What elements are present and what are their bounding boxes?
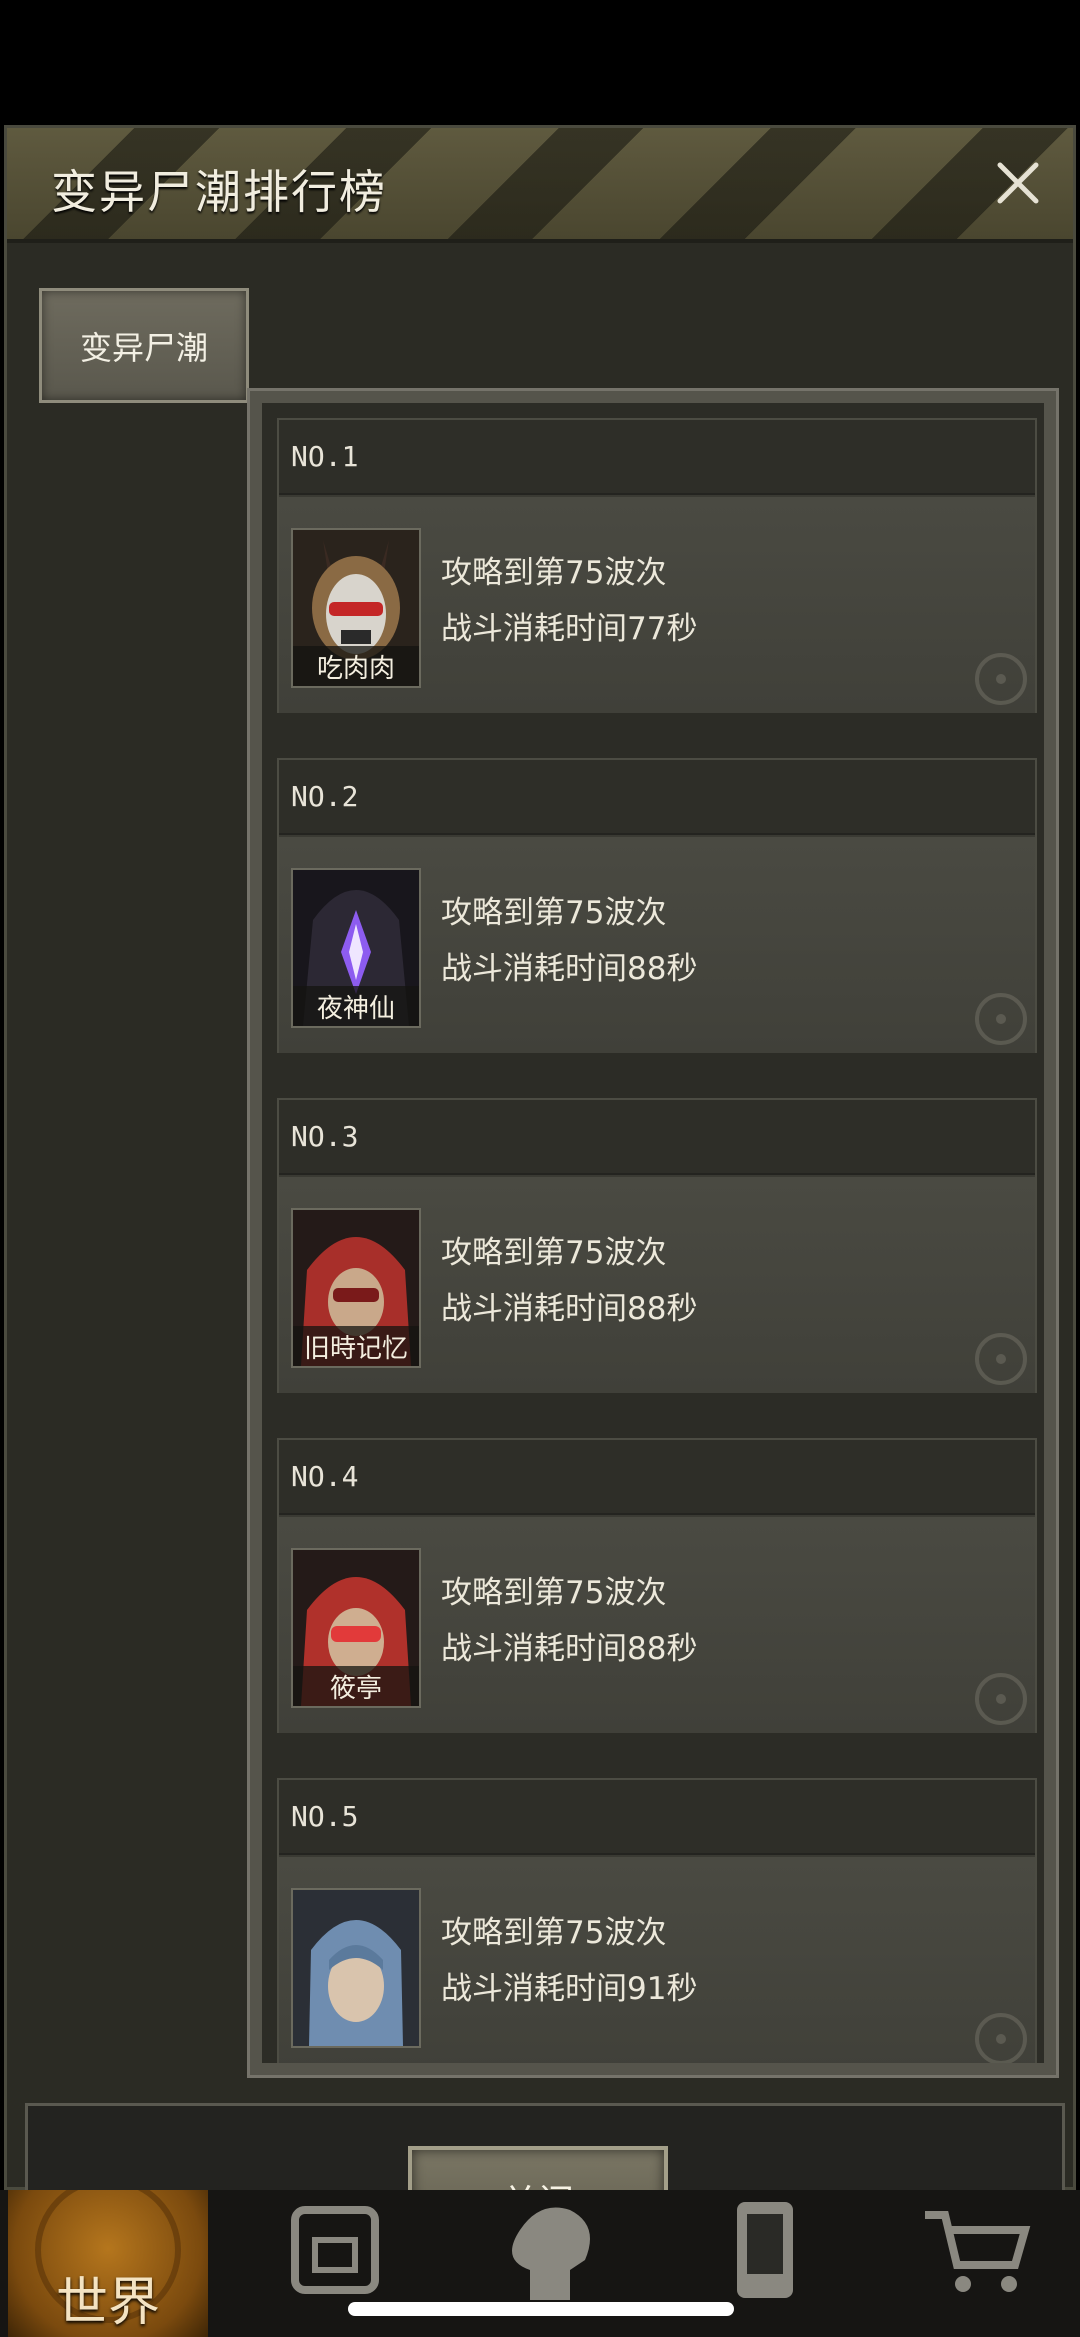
player-avatar[interactable] [291, 1888, 421, 2048]
rank-number: NO.1 [291, 440, 359, 473]
player-avatar[interactable]: 旧時记忆 [291, 1208, 421, 1368]
rank-number: NO.3 [291, 1120, 359, 1153]
player-name: 夜神仙 [293, 986, 419, 1026]
wave-text: 攻略到第75波次 [441, 1915, 667, 1951]
ranking-item: NO.3 旧時记忆 攻略到第75波次 战斗消耗时间88秒 [277, 1098, 1037, 1393]
avatar-blue-hair-icon [293, 1890, 419, 2046]
player-name: 旧時记忆 [293, 1326, 419, 1366]
nav-world-label: 世界 [55, 2273, 160, 2333]
player-name: 筱亭 [293, 1666, 419, 1706]
nav-world[interactable]: 世界 [8, 2190, 208, 2337]
ranking-header: NO.3 [279, 1100, 1035, 1175]
ranking-body: 攻略到第75波次 战斗消耗时间91秒 [279, 1857, 1035, 2063]
nav-shop[interactable] [875, 2190, 1075, 2337]
ranking-header: NO.1 [279, 420, 1035, 495]
rank-number: NO.2 [291, 780, 359, 813]
ranking-body: 旧時记忆 攻略到第75波次 战斗消耗时间88秒 [279, 1177, 1035, 1393]
ranking-body: 吃肉肉 攻略到第75波次 战斗消耗时间77秒 [279, 497, 1035, 713]
time-text: 战斗消耗时间88秒 [441, 1631, 698, 1667]
time-text: 战斗消耗时间88秒 [441, 1291, 698, 1327]
rank-number: NO.5 [291, 1800, 359, 1833]
backpack-icon [291, 2206, 379, 2294]
tab-mutant-horde[interactable]: 变异尸潮 [39, 288, 249, 403]
wave-text: 攻略到第75波次 [441, 555, 667, 591]
time-text: 战斗消耗时间91秒 [441, 1971, 698, 2007]
skill-head-icon [512, 2207, 590, 2300]
rank-number: NO.4 [291, 1460, 359, 1493]
player-name: 吃肉肉 [293, 646, 419, 686]
ranking-item: NO.4 筱亭 攻略到第75波次 战斗消耗时间88秒 [277, 1438, 1037, 1733]
cart-icon [925, 2211, 1031, 2292]
ranking-item: NO.5 攻略到第75波次 战斗消耗时间91秒 [277, 1778, 1037, 2063]
wave-text: 攻略到第75波次 [441, 895, 667, 931]
radiation-icon [975, 1673, 1027, 1725]
tab-sidebar: 变异尸潮 [33, 278, 249, 2337]
ranking-header: NO.4 [279, 1440, 1035, 1515]
ranking-list[interactable]: NO.1 吃肉肉 攻略到第75波次 战斗消耗时间77秒 NO.2 夜神仙 攻略到… [262, 403, 1044, 2063]
wave-text: 攻略到第75波次 [441, 1575, 667, 1611]
radiation-icon [975, 1333, 1027, 1385]
radiation-icon [975, 2013, 1027, 2063]
dialog-title: 变异尸潮排行榜 [51, 165, 387, 219]
wave-text: 攻略到第75波次 [441, 1235, 667, 1271]
ranking-body: 筱亭 攻略到第75波次 战斗消耗时间88秒 [279, 1517, 1035, 1733]
dialog-header: 变异尸潮排行榜 [7, 128, 1073, 243]
ranking-header: NO.2 [279, 760, 1035, 835]
ranking-body: 夜神仙 攻略到第75波次 战斗消耗时间88秒 [279, 837, 1035, 1053]
home-indicator[interactable] [348, 2302, 734, 2316]
close-icon[interactable] [985, 150, 1051, 216]
ranking-list-frame: NO.1 吃肉肉 攻略到第75波次 战斗消耗时间77秒 NO.2 夜神仙 攻略到… [247, 388, 1059, 2078]
phone-icon [737, 2202, 793, 2298]
time-text: 战斗消耗时间77秒 [441, 611, 698, 647]
ranking-header: NO.5 [279, 1780, 1035, 1855]
radiation-icon [975, 653, 1027, 705]
player-avatar[interactable]: 夜神仙 [291, 868, 421, 1028]
leaderboard-dialog: 变异尸潮排行榜 变异尸潮 NO.1 吃肉肉 攻略到第75波次 战斗消耗时间77秒… [4, 125, 1076, 2293]
status-bar [0, 0, 1080, 125]
player-avatar[interactable]: 筱亭 [291, 1548, 421, 1708]
time-text: 战斗消耗时间88秒 [441, 951, 698, 987]
ranking-item: NO.1 吃肉肉 攻略到第75波次 战斗消耗时间77秒 [277, 418, 1037, 713]
ranking-item: NO.2 夜神仙 攻略到第75波次 战斗消耗时间88秒 [277, 758, 1037, 1053]
player-avatar[interactable]: 吃肉肉 [291, 528, 421, 688]
radiation-icon [975, 993, 1027, 1045]
